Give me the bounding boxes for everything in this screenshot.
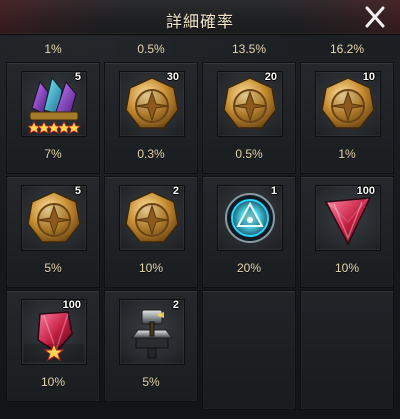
- item-probability: 0.5%: [235, 147, 263, 161]
- item-quantity: 2: [172, 185, 179, 197]
- item-probability: 5%: [142, 375, 160, 389]
- item-quantity: 5: [74, 71, 81, 83]
- item-cell[interactable]: 2 5%: [104, 290, 198, 402]
- item-probability: 10%: [138, 261, 164, 275]
- item-cell[interactable]: 100 10%: [6, 290, 100, 402]
- item-probability: 5%: [44, 261, 62, 275]
- item-probability: 10%: [40, 375, 66, 389]
- item-cell[interactable]: 100 10%: [300, 176, 394, 288]
- top-row-prob-2: 0.5%: [137, 42, 165, 56]
- item-quantity: 20: [264, 71, 277, 83]
- item-quantity: 1: [270, 185, 277, 197]
- item-quantity: 30: [166, 71, 179, 83]
- item-cell[interactable]: 5 5%: [6, 176, 100, 288]
- item-cell[interactable]: 10 1%: [300, 62, 394, 174]
- item-quantity: 2: [172, 299, 179, 311]
- item-quantity: 100: [62, 299, 81, 311]
- item-probability: 10%: [334, 261, 360, 275]
- dialog-title: 詳細確率: [165, 14, 234, 31]
- item-probability: 7%: [44, 147, 62, 161]
- empty-slot: [202, 290, 296, 410]
- close-icon: [365, 6, 385, 28]
- item-cell[interactable]: 30 0.3%: [104, 62, 198, 174]
- previous-row-remainder: 1% 0.5% 13.5% 16.2%: [6, 42, 394, 56]
- item-cell[interactable]: 20 0.5%: [202, 62, 296, 174]
- top-row-prob-3: 13.5%: [231, 42, 267, 56]
- item-probability: 0.3%: [137, 147, 165, 161]
- item-grid: 1% 0.5% 13.5% 16.2% 5 7% 30 0.3% 20 0.5%…: [6, 42, 394, 413]
- item-quantity: 100: [356, 185, 375, 197]
- item-quantity: 10: [362, 71, 375, 83]
- top-row-prob-1: 1%: [44, 42, 62, 56]
- probability-dialog: 詳細確率 1% 0.5% 13.5% 16.2% 5 7% 30 0.3% 20…: [0, 0, 400, 419]
- top-row-prob-4: 16.2%: [329, 42, 365, 56]
- item-probability: 1%: [338, 147, 356, 161]
- close-button[interactable]: [360, 4, 390, 30]
- item-cell[interactable]: 2 10%: [104, 176, 198, 288]
- item-quantity: 5: [74, 185, 81, 197]
- dialog-header: 詳細確率: [0, 0, 400, 35]
- item-probability: 20%: [236, 261, 262, 275]
- item-cell[interactable]: 1 20%: [202, 176, 296, 288]
- item-cell[interactable]: 5 7%: [6, 62, 100, 174]
- empty-slot: [300, 290, 394, 410]
